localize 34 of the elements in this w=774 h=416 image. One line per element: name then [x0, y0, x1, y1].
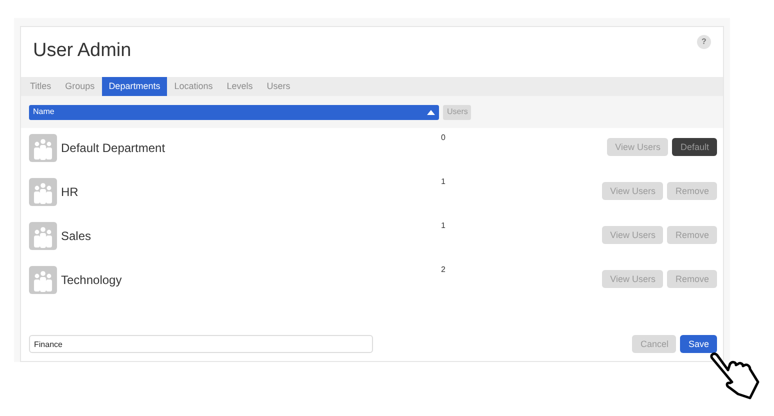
action-button[interactable]: Default	[672, 138, 717, 156]
column-header[interactable]: Name	[29, 104, 439, 120]
user-count: 2	[441, 264, 446, 276]
help-button[interactable]: ?	[697, 35, 711, 49]
department-name: Default Department	[61, 140, 166, 157]
group-icon	[29, 266, 57, 294]
user-count: 1	[441, 176, 446, 188]
action-button[interactable]: Cancel	[632, 335, 676, 353]
department-name-field[interactable]: Finance	[29, 335, 373, 353]
tab[interactable]: Users	[260, 77, 298, 96]
group-icon	[29, 178, 57, 206]
action-button[interactable]: View Users	[607, 138, 668, 156]
user-count: 1	[441, 220, 446, 232]
action-button[interactable]: View Users	[602, 182, 664, 200]
tab[interactable]: Titles	[23, 77, 58, 96]
department-name: Technology	[61, 272, 123, 289]
action-button[interactable]: Remove	[667, 182, 717, 200]
action-button[interactable]: Remove	[667, 226, 717, 244]
group-icon	[29, 134, 57, 162]
department-name: Sales	[61, 228, 92, 245]
tab[interactable]: Departments	[102, 77, 168, 96]
user-count: 0	[441, 132, 446, 144]
action-button[interactable]: View Users	[602, 226, 664, 244]
column-header[interactable]: Users	[443, 104, 471, 120]
department-name: HR	[61, 184, 80, 201]
tab[interactable]: Levels	[220, 77, 260, 96]
tab[interactable]: Locations	[167, 77, 220, 96]
save-button[interactable]: Save	[680, 335, 717, 353]
sort-up-icon	[427, 110, 435, 114]
action-button[interactable]: View Users	[602, 270, 664, 288]
tab[interactable]: Groups	[58, 77, 102, 96]
page-title: User Admin	[33, 39, 132, 63]
action-button[interactable]: Remove	[667, 270, 717, 288]
group-icon	[29, 222, 57, 250]
